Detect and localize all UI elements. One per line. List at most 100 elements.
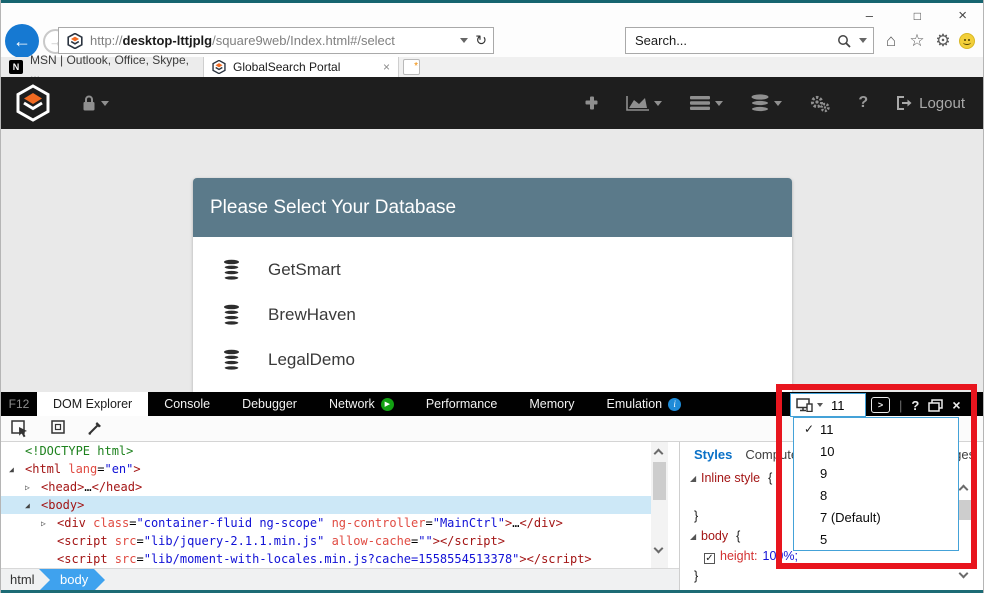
devtools-help-icon[interactable]: ? [911,398,919,413]
dom-tree: <!DOCTYPE html>◢<html lang="en">▷<head>…… [1,442,679,568]
settings-gear-icon[interactable]: ⚙ [933,31,953,51]
tools-icon[interactable] [584,95,599,111]
unpin-window-icon[interactable] [928,399,943,412]
devtools-tab-network[interactable]: Network▶ [313,392,410,416]
tab-globalsearch-portal[interactable]: GlobalSearch Portal × [204,57,399,77]
browser-action-icons: ⌂ ☆ ⚙ [881,31,981,51]
logout-button[interactable]: Logout [895,95,965,112]
document-mode-option[interactable]: 8 [794,484,958,506]
home-icon[interactable]: ⌂ [881,31,901,51]
styles-tab-styles[interactable]: Styles [694,447,732,462]
help-icon[interactable]: ? [858,94,868,112]
select-element-icon[interactable] [11,420,29,438]
dom-tree-row[interactable]: ▷<head>…</head> [1,478,679,496]
database-select-dialog: Please Select Your Database GetSmartBrew… [193,178,792,392]
chart-area-icon [626,95,650,111]
refresh-icon[interactable]: ↻ [475,32,487,49]
styles-scroll-down-icon[interactable] [959,569,969,579]
database-icon [223,259,240,281]
tab-close-icon[interactable]: × [383,60,390,74]
dom-tree-row[interactable]: <script src="lib/moment-with-locales.min… [1,550,679,568]
tree-expander-icon[interactable]: ◢ [25,497,41,515]
document-mode-option[interactable]: 7 (Default) [794,506,958,528]
chevron-down-icon [101,101,109,106]
devtools-tab-console[interactable]: Console [148,392,226,416]
body-style-rule[interactable]: ◢body{ [690,528,740,544]
breadcrumb-html[interactable]: html [10,569,35,591]
dialog-header: Please Select Your Database [193,178,792,237]
dom-tree-row[interactable]: ▷<div class="container-fluid ng-scope" n… [1,514,679,532]
f12-label: F12 [1,392,37,416]
queues-menu[interactable] [689,95,723,111]
admin-gears-icon[interactable] [809,94,831,113]
minimize-button[interactable]: – [866,8,873,24]
chevron-down-icon [654,101,662,106]
declaration-checkbox[interactable]: ✓ [704,553,715,564]
document-mode-option[interactable]: 9 [794,462,958,484]
document-mode-option[interactable]: 5 [794,528,958,550]
feedback-smiley-icon[interactable] [959,33,975,49]
favorites-star-icon[interactable]: ☆ [907,31,927,51]
maximize-button[interactable]: □ [914,8,921,24]
highlight-elements-icon[interactable] [51,420,65,438]
dom-tree-row[interactable]: ◢<body> [1,496,651,514]
dom-tree-row[interactable]: <script src="lib/jquery-2.1.1.min.js" al… [1,532,679,550]
tree-expander-icon[interactable]: ▷ [25,479,41,497]
search-icon[interactable] [837,34,851,48]
separator: | [899,398,902,413]
devtools-tab-debugger[interactable]: Debugger [226,392,313,416]
search-box[interactable] [625,27,874,54]
search-dropdown-icon[interactable] [859,38,867,43]
document-mode-option[interactable]: ✓11 [794,418,958,440]
close-button[interactable]: × [958,8,967,24]
styles-scroll-thumb[interactable] [958,500,971,520]
devtools-tab-emulation[interactable]: Emulationi [591,392,698,416]
option-label: 7 (Default) [820,510,881,525]
document-mode-value: 11 [831,398,845,413]
devtools-tab-performance[interactable]: Performance [410,392,514,416]
devtools-close-icon[interactable]: × [952,397,960,413]
databases-menu[interactable] [750,94,782,112]
chevron-down-icon [715,101,723,106]
database-item[interactable]: LegalDemo [193,337,792,382]
document-mode-menu: ✓11 10 98 7 (Default) 5 [793,417,959,551]
height-declaration[interactable]: ✓height:100%; [704,548,798,564]
address-dropdown-icon[interactable] [460,38,468,43]
database-item[interactable]: GetSmart [193,247,792,292]
document-mode-option[interactable]: 10 [794,440,958,462]
option-label: 10 [820,444,834,459]
breadcrumb-body[interactable]: body [39,569,105,591]
tree-expander-icon[interactable]: ◢ [9,461,25,479]
tree-expander-icon[interactable]: ▷ [41,515,57,533]
rule-close-brace: } [694,568,698,584]
database-label: LegalDemo [268,350,355,370]
window-controls: – □ × [843,8,973,24]
document-mode-button[interactable]: 11 [790,393,866,417]
inline-style-rule[interactable]: ◢Inline style{ [690,470,772,486]
url-text[interactable]: http://desktop-lttjplg/square9web/Index.… [90,33,456,48]
dom-tree-row[interactable]: <!DOCTYPE html> [1,442,679,460]
lock-menu[interactable] [81,94,109,112]
devtools-tab-dom-explorer[interactable]: DOM Explorer [37,392,148,416]
dom-tree-row[interactable]: ◢<html lang="en"> [1,460,679,478]
logout-label: Logout [919,95,965,112]
dialog-title: Please Select Your Database [210,197,456,219]
browser-window: ← → http://desktop-lttjplg/square9web/In… [0,0,984,593]
dom-breadcrumb: html body [1,568,679,590]
styles-scroll-up-icon[interactable] [959,485,969,495]
dom-tree-scrollbar[interactable] [651,442,668,568]
square9-logo[interactable] [14,84,52,122]
dashboards-menu[interactable] [626,95,662,111]
option-label: 5 [820,532,827,547]
devtools-tab-memory[interactable]: Memory [513,392,590,416]
new-tab-button[interactable]: * [403,59,420,75]
device-monitor-icon [796,398,813,412]
tab-msn[interactable]: N MSN | Outlook, Office, Skype, ... [1,57,204,77]
search-input[interactable] [635,33,837,48]
address-bar[interactable]: http://desktop-lttjplg/square9web/Index.… [58,27,494,54]
color-picker-icon[interactable] [87,420,103,438]
open-console-icon[interactable]: > [871,397,890,413]
network-record-icon: ▶ [381,398,394,411]
database-item[interactable]: BrewHaven [193,292,792,337]
chevron-down-icon [774,101,782,106]
